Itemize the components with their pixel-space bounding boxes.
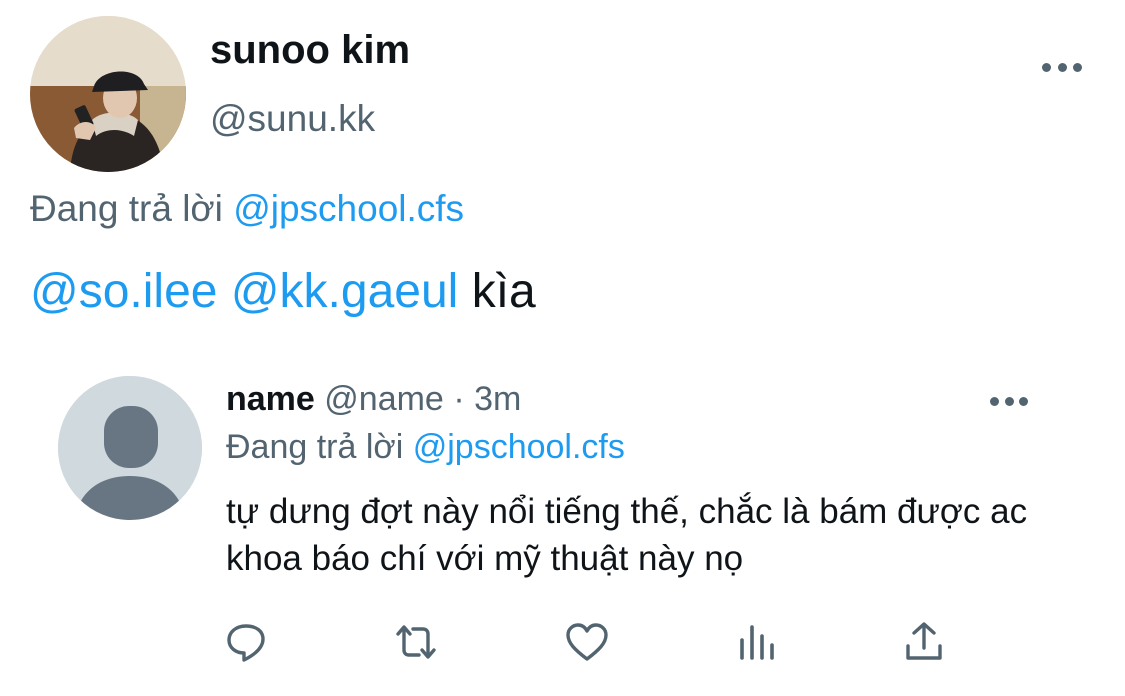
quoted-display-name[interactable]: name: [226, 380, 315, 418]
quoted-header: name @name · 3m: [226, 380, 521, 419]
reply-to-link[interactable]: @jpschool.cfs: [233, 188, 464, 229]
display-name[interactable]: sunoo kim: [210, 28, 410, 73]
reply-prefix: Đang trả lời: [226, 428, 404, 466]
reply-icon[interactable]: [222, 618, 270, 666]
more-options-icon[interactable]: [1042, 59, 1082, 75]
default-avatar-icon: [58, 376, 202, 520]
quoted-replying-to: Đang trả lời @jpschool.cfs: [226, 428, 625, 467]
quoted-more-options-icon[interactable]: [990, 393, 1028, 409]
tweet-text: @so.ilee @kk.gaeul kìa: [30, 264, 536, 319]
avatar[interactable]: [30, 16, 186, 172]
replying-to: Đang trả lời @jpschool.cfs: [30, 188, 464, 230]
like-icon[interactable]: [563, 618, 611, 666]
mention-link[interactable]: @so.ilee: [30, 265, 217, 318]
retweet-icon[interactable]: [392, 618, 440, 666]
analytics-icon[interactable]: [733, 618, 781, 666]
quoted-avatar[interactable]: [58, 376, 202, 520]
reply-to-link[interactable]: @jpschool.cfs: [413, 428, 625, 466]
quoted-handle[interactable]: @name: [324, 380, 444, 418]
user-handle[interactable]: @sunu.kk: [210, 98, 375, 140]
mention-link[interactable]: @kk.gaeul: [231, 265, 459, 318]
share-icon[interactable]: [900, 618, 948, 666]
tweet-body: kìa: [471, 265, 536, 318]
timestamp[interactable]: 3m: [474, 380, 521, 418]
quoted-text: tự dưng đợt này nổi tiếng thế, chắc là b…: [226, 492, 1028, 578]
reply-prefix: Đang trả lời: [30, 188, 223, 229]
profile-photo: [30, 16, 186, 172]
separator-dot: ·: [453, 380, 465, 418]
